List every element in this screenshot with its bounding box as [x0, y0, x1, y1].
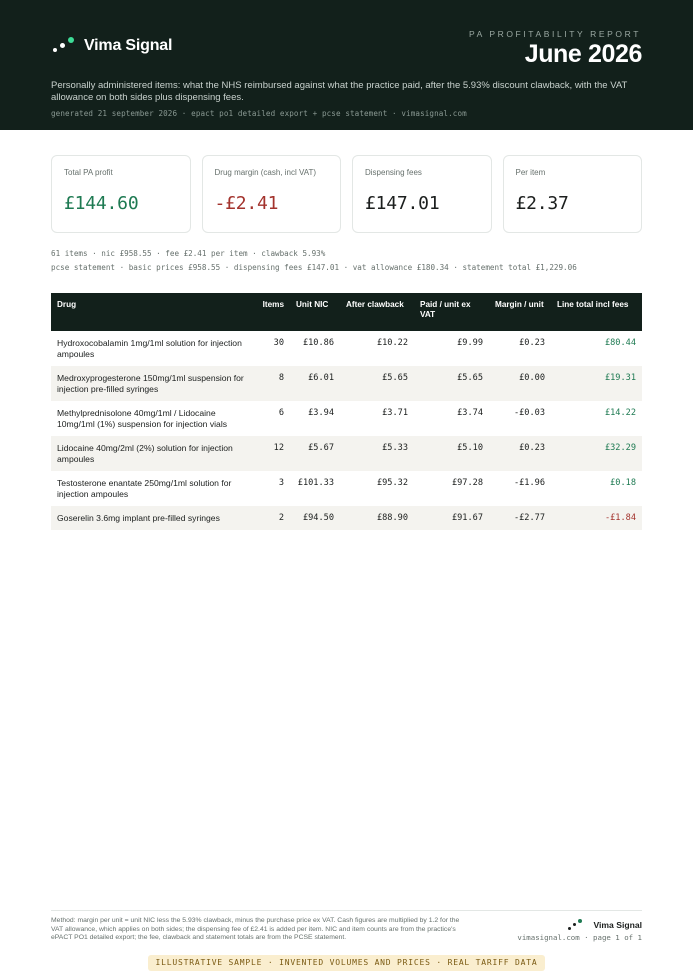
report-label: PA PROFITABILITY REPORT	[468, 29, 641, 39]
cell-unit-nic: £10.86	[302, 338, 334, 348]
cell-items: 8	[251, 366, 290, 401]
card-label: Drug margin (cash, incl VAT)	[214, 168, 317, 177]
cell-items: 30	[273, 338, 284, 348]
cell-items: 2	[251, 506, 290, 530]
cell-items: 6	[278, 408, 284, 418]
report-month: June 2026	[524, 40, 643, 68]
cell-after-clawback: £3.71	[382, 408, 408, 418]
method-note: Method: margin per unit = unit NIC less …	[51, 917, 460, 942]
cell-paid: £97.28	[451, 478, 483, 488]
cell-line-total: -£1.84	[551, 506, 642, 530]
card-per-item: Per item £2.37	[502, 155, 642, 233]
card-value: £147.01	[365, 193, 440, 214]
cell-drug: Hydroxocobalamin 1mg/1ml solution for in…	[57, 338, 242, 359]
cell-line-total: £0.18	[610, 478, 636, 488]
table-row: Methylprednisolone 40mg/1ml / Lidocaine …	[51, 401, 642, 436]
cell-paid: £3.74	[457, 408, 483, 418]
column-header-after-clawback: After clawback	[340, 293, 414, 331]
table-row: Goserelin 3.6mg implant pre-filled syrin…	[51, 506, 642, 530]
summary-line-items: 61 items · nic £958.55 · fee £2.41 per i…	[51, 249, 326, 258]
card-label: Total PA profit	[64, 168, 113, 177]
cell-paid: £5.10	[414, 436, 489, 471]
column-header-items: Items	[251, 293, 290, 331]
cell-margin: £0.00	[489, 366, 551, 401]
vima-signal-logo-icon	[51, 36, 75, 56]
brand-name: Vima Signal	[84, 37, 173, 54]
cell-after-clawback: £5.33	[340, 436, 414, 471]
cell-margin: -£0.03	[513, 408, 545, 418]
cell-after-clawback: £88.90	[340, 506, 414, 530]
cell-line-total: £14.22	[604, 408, 636, 418]
footer-page-info: vimasignal.com · page 1 of 1	[517, 933, 642, 942]
cell-margin: -£2.77	[489, 506, 551, 530]
summary-line-statement: pcse statement · basic prices £958.55 · …	[51, 263, 577, 272]
summary-cards: Total PA profit £144.60 Drug margin (cas…	[51, 155, 642, 233]
report-meta: generated 21 september 2026 · epact po1 …	[51, 109, 467, 118]
card-label: Per item	[515, 168, 546, 177]
cell-margin: -£1.96	[513, 478, 545, 488]
drug-table: Drug Items Unit NIC After clawback Paid …	[51, 293, 642, 530]
column-header-line-total: Line total incl fees	[551, 293, 642, 331]
table-row: Hydroxocobalamin 1mg/1ml solution for in…	[51, 331, 642, 366]
cell-drug: Medroxyprogesterone 150mg/1ml suspension…	[51, 366, 251, 401]
cell-unit-nic: £5.67	[290, 436, 340, 471]
cell-line-total: £19.31	[551, 366, 642, 401]
card-value: -£2.41	[214, 193, 279, 214]
card-label: Dispensing fees	[365, 168, 422, 177]
vima-signal-logo-icon	[567, 918, 583, 932]
cell-paid: £91.67	[414, 506, 489, 530]
cell-line-total: £32.29	[551, 436, 642, 471]
cell-margin: £0.23	[489, 436, 551, 471]
column-header-paid: Paid / unit ex VAT	[414, 293, 489, 331]
cell-unit-nic: £94.50	[290, 506, 340, 530]
column-header-margin: Margin / unit	[489, 293, 551, 331]
report-description: Personally administered items: what the …	[51, 80, 628, 103]
footer-brand: Vima Signal	[567, 918, 642, 932]
cell-paid: £5.65	[414, 366, 489, 401]
footer-brand-name: Vima Signal	[593, 920, 642, 930]
table-header-row: Drug Items Unit NIC After clawback Paid …	[51, 293, 642, 331]
cell-after-clawback: £95.32	[376, 478, 408, 488]
column-header-unit-nic: Unit NIC	[290, 293, 340, 331]
cell-drug: Goserelin 3.6mg implant pre-filled syrin…	[51, 506, 251, 530]
cell-drug: Lidocaine 40mg/2ml (2%) solution for inj…	[51, 436, 251, 471]
illustrative-sample-badge: ILLUSTRATIVE SAMPLE · INVENTED VOLUMES A…	[148, 955, 545, 971]
cell-paid: £9.99	[457, 338, 483, 348]
cell-items: 12	[251, 436, 290, 471]
cell-margin: £0.23	[519, 338, 545, 348]
cell-unit-nic: £101.33	[297, 478, 334, 488]
card-value: £144.60	[64, 193, 139, 214]
table-row: Medroxyprogesterone 150mg/1ml suspension…	[51, 366, 642, 401]
cell-unit-nic: £6.01	[290, 366, 340, 401]
card-dispensing-fees: Dispensing fees £147.01	[352, 155, 492, 233]
report-header: Vima Signal PA PROFITABILITY REPORT June…	[0, 0, 693, 130]
card-value: £2.37	[515, 193, 569, 214]
table-row: Lidocaine 40mg/2ml (2%) solution for inj…	[51, 436, 642, 471]
cell-drug: Testosterone enantate 250mg/1ml solution…	[57, 478, 232, 499]
cell-after-clawback: £10.22	[376, 338, 408, 348]
cell-drug: Methylprednisolone 40mg/1ml / Lidocaine …	[57, 408, 228, 429]
card-total-profit: Total PA profit £144.60	[51, 155, 191, 233]
brand: Vima Signal	[51, 36, 172, 56]
column-header-drug: Drug	[51, 293, 251, 331]
cell-unit-nic: £3.94	[308, 408, 334, 418]
cell-line-total: £80.44	[604, 338, 636, 348]
table-row: Testosterone enantate 250mg/1ml solution…	[51, 471, 642, 506]
cell-after-clawback: £5.65	[340, 366, 414, 401]
card-drug-margin: Drug margin (cash, incl VAT) -£2.41	[201, 155, 341, 233]
cell-items: 3	[278, 478, 284, 488]
footer-divider	[51, 910, 642, 911]
